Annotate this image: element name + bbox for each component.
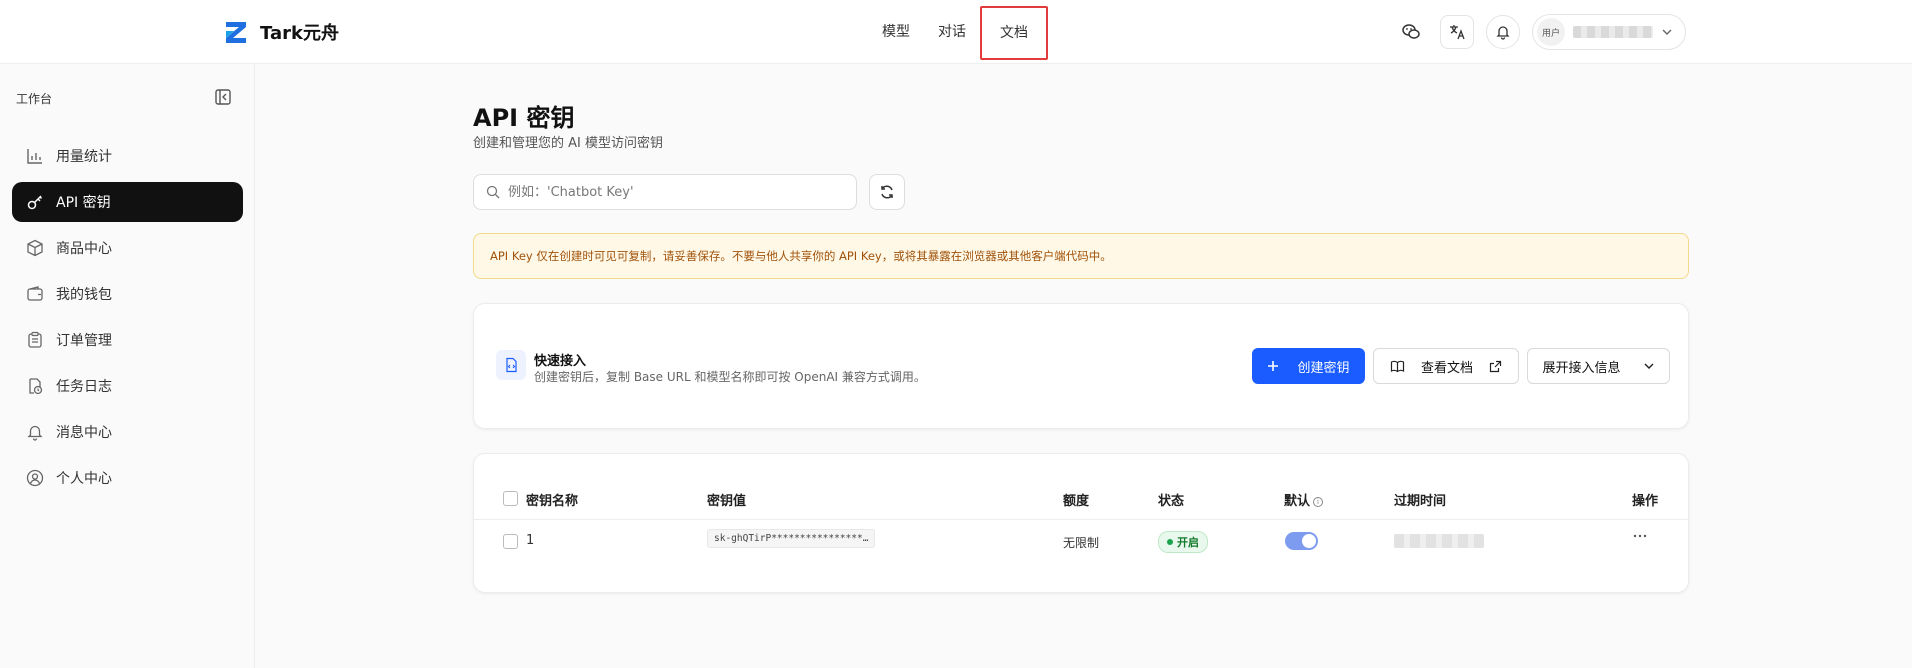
row-actions[interactable] — [1632, 528, 1648, 548]
col-header-actions: 操作 — [1632, 494, 1659, 509]
user-menu[interactable]: 用户 — [1532, 14, 1686, 50]
view-docs-button[interactable]: 查看文档 — [1373, 348, 1519, 384]
clipboard-icon — [28, 331, 42, 348]
row-quota: 无限制 — [1063, 536, 1100, 550]
bell-icon — [1496, 26, 1510, 40]
document-code-icon — [496, 350, 526, 380]
logo-mark-icon — [226, 22, 246, 43]
avatar: 用户 — [1537, 18, 1565, 46]
bar-chart-icon — [27, 149, 42, 164]
row-default-toggle[interactable] — [1285, 532, 1318, 550]
sidebar-item-products[interactable]: 商品中心 — [12, 228, 243, 268]
search-box[interactable] — [473, 174, 857, 210]
create-key-button[interactable]: 创建密钥 — [1252, 348, 1365, 384]
create-key-label: 创建密钥 — [1297, 360, 1350, 376]
expand-info-label: 展开接入信息 — [1542, 360, 1621, 376]
quick-access-desc: 创建密钥后，复制 Base URL 和模型名称即可按 OpenAI 兼容方式调用… — [534, 370, 926, 384]
status-badge: 开启 — [1158, 531, 1208, 553]
sidebar-title: 工作台 — [16, 92, 53, 106]
sidebar-item-label: 商品中心 — [56, 241, 112, 257]
header-divider — [474, 519, 1690, 520]
chevron-down-icon — [1644, 363, 1653, 369]
refresh-button[interactable] — [869, 174, 905, 210]
col-header-expire: 过期时间 — [1394, 494, 1447, 509]
sidebar-item-label: 个人中心 — [56, 471, 112, 487]
sidebar-item-label: 消息中心 — [56, 425, 112, 441]
wechat-button[interactable] — [1394, 15, 1428, 49]
top-header: Tark元舟 模型 对话 文档 用户 — [0, 0, 1912, 64]
expire-date-blurred — [1394, 534, 1484, 548]
row-checkbox[interactable] — [503, 534, 518, 549]
page-subtitle: 创建和管理您的 AI 模型访问密钥 — [473, 136, 663, 151]
notification-button[interactable] — [1486, 15, 1520, 49]
sidebar-item-profile[interactable]: 个人中心 — [12, 458, 243, 498]
wechat-icon — [1402, 24, 1420, 39]
key-value-text: sk-ghQTirP****************… — [707, 529, 876, 548]
search-input[interactable] — [508, 184, 828, 200]
logo[interactable]: Tark元舟 — [222, 18, 339, 46]
sidebar-item-usage[interactable]: 用量统计 — [12, 136, 243, 176]
task-log-icon — [29, 378, 43, 395]
book-icon — [1390, 360, 1405, 372]
row-key-name: 1 — [526, 533, 535, 548]
sidebar-item-api-keys[interactable]: API 密钥 — [12, 182, 243, 222]
sidebar-item-label: 订单管理 — [56, 333, 112, 349]
nav-models[interactable]: 模型 — [868, 0, 924, 64]
language-button[interactable] — [1440, 15, 1474, 49]
quick-access-title: 快速接入 — [534, 354, 587, 369]
col-header-quota: 额度 — [1063, 494, 1090, 509]
translate-icon — [1450, 25, 1465, 40]
bell-icon — [27, 425, 43, 441]
row-status: 开启 — [1158, 531, 1208, 553]
sidebar-item-label: 用量统计 — [56, 149, 112, 165]
expand-info-button[interactable]: 展开接入信息 — [1527, 348, 1670, 384]
top-nav: 模型 对话 文档 — [868, 0, 1048, 64]
status-dot — [1167, 539, 1173, 545]
quick-access-card: 快速接入 创建密钥后，复制 Base URL 和模型名称即可按 OpenAI 兼… — [473, 303, 1689, 429]
col-header-status: 状态 — [1158, 494, 1185, 509]
col-header-default-label: 默认 — [1284, 494, 1311, 509]
search-icon — [486, 185, 500, 199]
wallet-icon — [27, 286, 43, 301]
sidebar-collapse-icon[interactable] — [214, 88, 232, 106]
sidebar-menu: 用量统计 API 密钥 商品中心 我的钱包 订单管理 任务日志 消息中心 个人中… — [12, 136, 243, 504]
col-header-default: 默认 i — [1284, 490, 1324, 509]
sidebar-item-label: 任务日志 — [56, 379, 112, 395]
sidebar-item-task-logs[interactable]: 任务日志 — [12, 366, 243, 406]
sidebar-item-label: 我的钱包 — [56, 287, 112, 303]
logo-text: Tark元舟 — [260, 23, 339, 44]
col-header-value: 密钥值 — [707, 494, 747, 509]
sidebar-item-orders[interactable]: 订单管理 — [12, 320, 243, 360]
header-actions: 用户 — [1394, 14, 1686, 50]
user-circle-icon — [26, 469, 44, 487]
page-title: API 密钥 — [473, 104, 575, 132]
chevron-down-icon — [1662, 29, 1672, 35]
sidebar-item-messages[interactable]: 消息中心 — [12, 412, 243, 452]
sidebar-item-wallet[interactable]: 我的钱包 — [12, 274, 243, 314]
row-key-value[interactable]: sk-ghQTirP****************… — [707, 529, 876, 548]
refresh-icon — [881, 185, 893, 199]
col-header-name: 密钥名称 — [526, 494, 579, 509]
user-name-blurred — [1573, 26, 1653, 38]
external-link-icon — [1489, 360, 1502, 372]
api-keys-table: 密钥名称 密钥值 额度 状态 默认 i 过期时间 操作 1 sk-ghQTirP*… — [473, 453, 1690, 593]
sidebar-item-label: API 密钥 — [56, 195, 111, 211]
nav-chat[interactable]: 对话 — [924, 0, 980, 64]
row-expire — [1394, 534, 1484, 548]
nav-docs[interactable]: 文档 — [980, 6, 1048, 60]
more-horizontal-icon — [1633, 534, 1647, 538]
info-icon[interactable]: i — [1313, 496, 1324, 507]
select-all-checkbox[interactable] — [503, 491, 518, 506]
view-docs-label: 查看文档 — [1420, 360, 1473, 376]
plus-icon — [1268, 361, 1279, 371]
warning-alert: API Key 仅在创建时可见可复制，请妥善保存。不要与他人共享你的 API K… — [473, 233, 1689, 279]
package-icon — [27, 239, 43, 257]
default-toggle[interactable] — [1285, 532, 1318, 550]
status-label: 开启 — [1177, 536, 1199, 549]
key-icon — [27, 195, 43, 210]
